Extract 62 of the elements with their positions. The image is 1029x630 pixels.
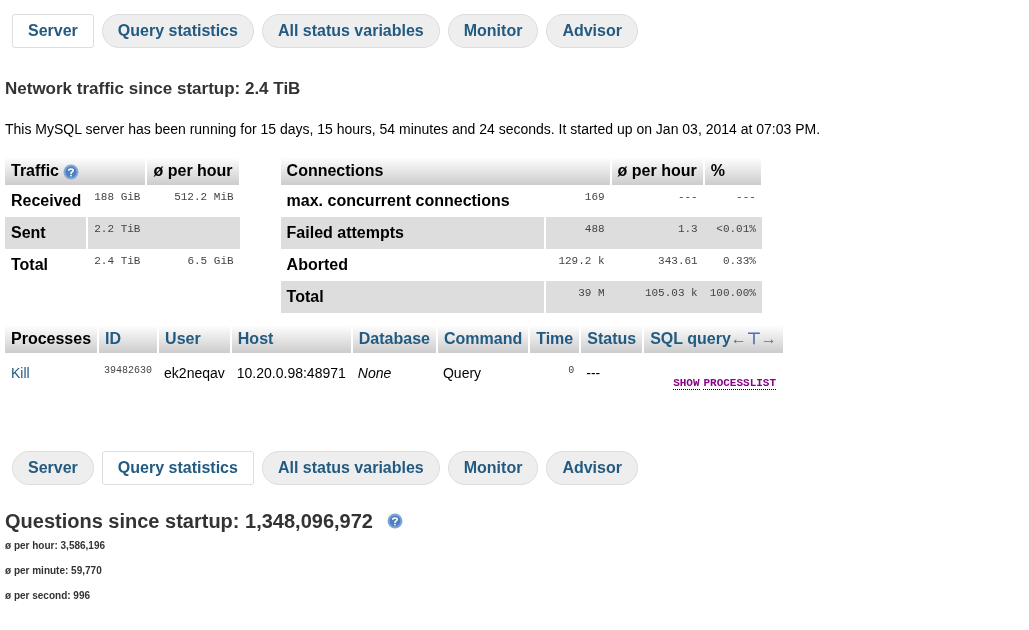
- table-cell: 100.00%: [703, 281, 762, 314]
- table-cell: 39 M: [545, 281, 611, 314]
- row-label: Total: [5, 249, 88, 282]
- tab[interactable]: Server: [12, 14, 94, 48]
- tab[interactable]: Query statistics: [101, 14, 254, 48]
- sort-link[interactable]: SQL query: [650, 330, 731, 348]
- header-text: Processes: [11, 330, 92, 348]
- tab[interactable]: Advisor: [546, 451, 638, 486]
- table-cell: 2.4 TiB: [87, 249, 147, 282]
- help-icon[interactable]: [386, 513, 403, 530]
- table-cell: ---: [610, 185, 704, 218]
- table-cell: 343.61: [610, 249, 704, 282]
- table-cell: <0.01%: [703, 217, 762, 250]
- column-header: ø per hour: [610, 157, 704, 186]
- rate-text: ø per minute: 59,770: [5, 564, 103, 579]
- row-label: max. concurrent connections: [280, 185, 546, 218]
- column-header: ø per hour: [146, 157, 240, 186]
- kill-link[interactable]: Kill: [5, 353, 99, 414]
- table-cell: 0.33%: [703, 249, 762, 282]
- header-text: Traffic: [11, 162, 59, 180]
- column-header: %: [703, 157, 762, 186]
- tab[interactable]: Server: [12, 451, 94, 486]
- rate-text: ø per hour: 3,586,196: [5, 539, 107, 554]
- table-cell: 105.03 k: [610, 281, 704, 314]
- tab[interactable]: Query statistics: [101, 451, 254, 486]
- rate-text: ø per second: 996: [5, 589, 92, 604]
- tab[interactable]: Monitor: [447, 451, 539, 486]
- tab[interactable]: All status variables: [261, 14, 440, 48]
- table-cell: ---: [580, 353, 644, 414]
- tab[interactable]: Monitor: [447, 14, 539, 48]
- sort-link[interactable]: Host: [237, 330, 274, 348]
- tab[interactable]: All status variables: [261, 451, 440, 486]
- query-link[interactable]: PROCESSLIST: [703, 377, 777, 391]
- column-header: Connections: [280, 157, 611, 186]
- table-cell: 1.3: [610, 217, 704, 250]
- section-heading: Questions since startup: 1,348,096,972: [5, 509, 373, 534]
- section-heading: Network traffic since startup: 2.4 TiB: [5, 79, 302, 100]
- table-cell: Query: [436, 353, 530, 414]
- table-cell: ---: [703, 185, 762, 218]
- row-label: Sent: [5, 217, 88, 250]
- table-cell: 10.20.0.98:48971: [230, 353, 352, 414]
- table-cell: 39482630: [98, 353, 159, 414]
- table-cell: 169: [545, 185, 611, 218]
- tab[interactable]: Advisor: [546, 14, 638, 48]
- sort-link[interactable]: ID: [105, 330, 122, 348]
- table-cell: 129.2 k: [545, 249, 611, 282]
- table-cell: 0: [529, 353, 581, 414]
- row-label: Received: [5, 185, 88, 218]
- table-cell: 512.2 MiB: [146, 185, 240, 218]
- column-toggle[interactable]: ←⊤→: [730, 330, 777, 348]
- help-icon[interactable]: [63, 164, 80, 181]
- table-cell: ek2neqav: [158, 353, 231, 414]
- query-link[interactable]: SHOW: [673, 377, 700, 391]
- table-cell: 2.2 TiB: [87, 217, 147, 250]
- table-cell: 6.5 GiB: [146, 249, 240, 282]
- row-label: Failed attempts: [280, 217, 546, 250]
- uptime-text: This MySQL server has been running for 15 days, 15 hours, 54 minutes and 24 seconds. It started up on Jan 03, 2014 at 07:03 PM.: [5, 120, 822, 140]
- table-cell: 188 GiB: [87, 185, 147, 218]
- table-cell: None: [351, 353, 437, 414]
- row-label: Aborted: [280, 249, 546, 282]
- row-label: Total: [280, 281, 546, 314]
- table-cell: 488: [545, 217, 611, 250]
